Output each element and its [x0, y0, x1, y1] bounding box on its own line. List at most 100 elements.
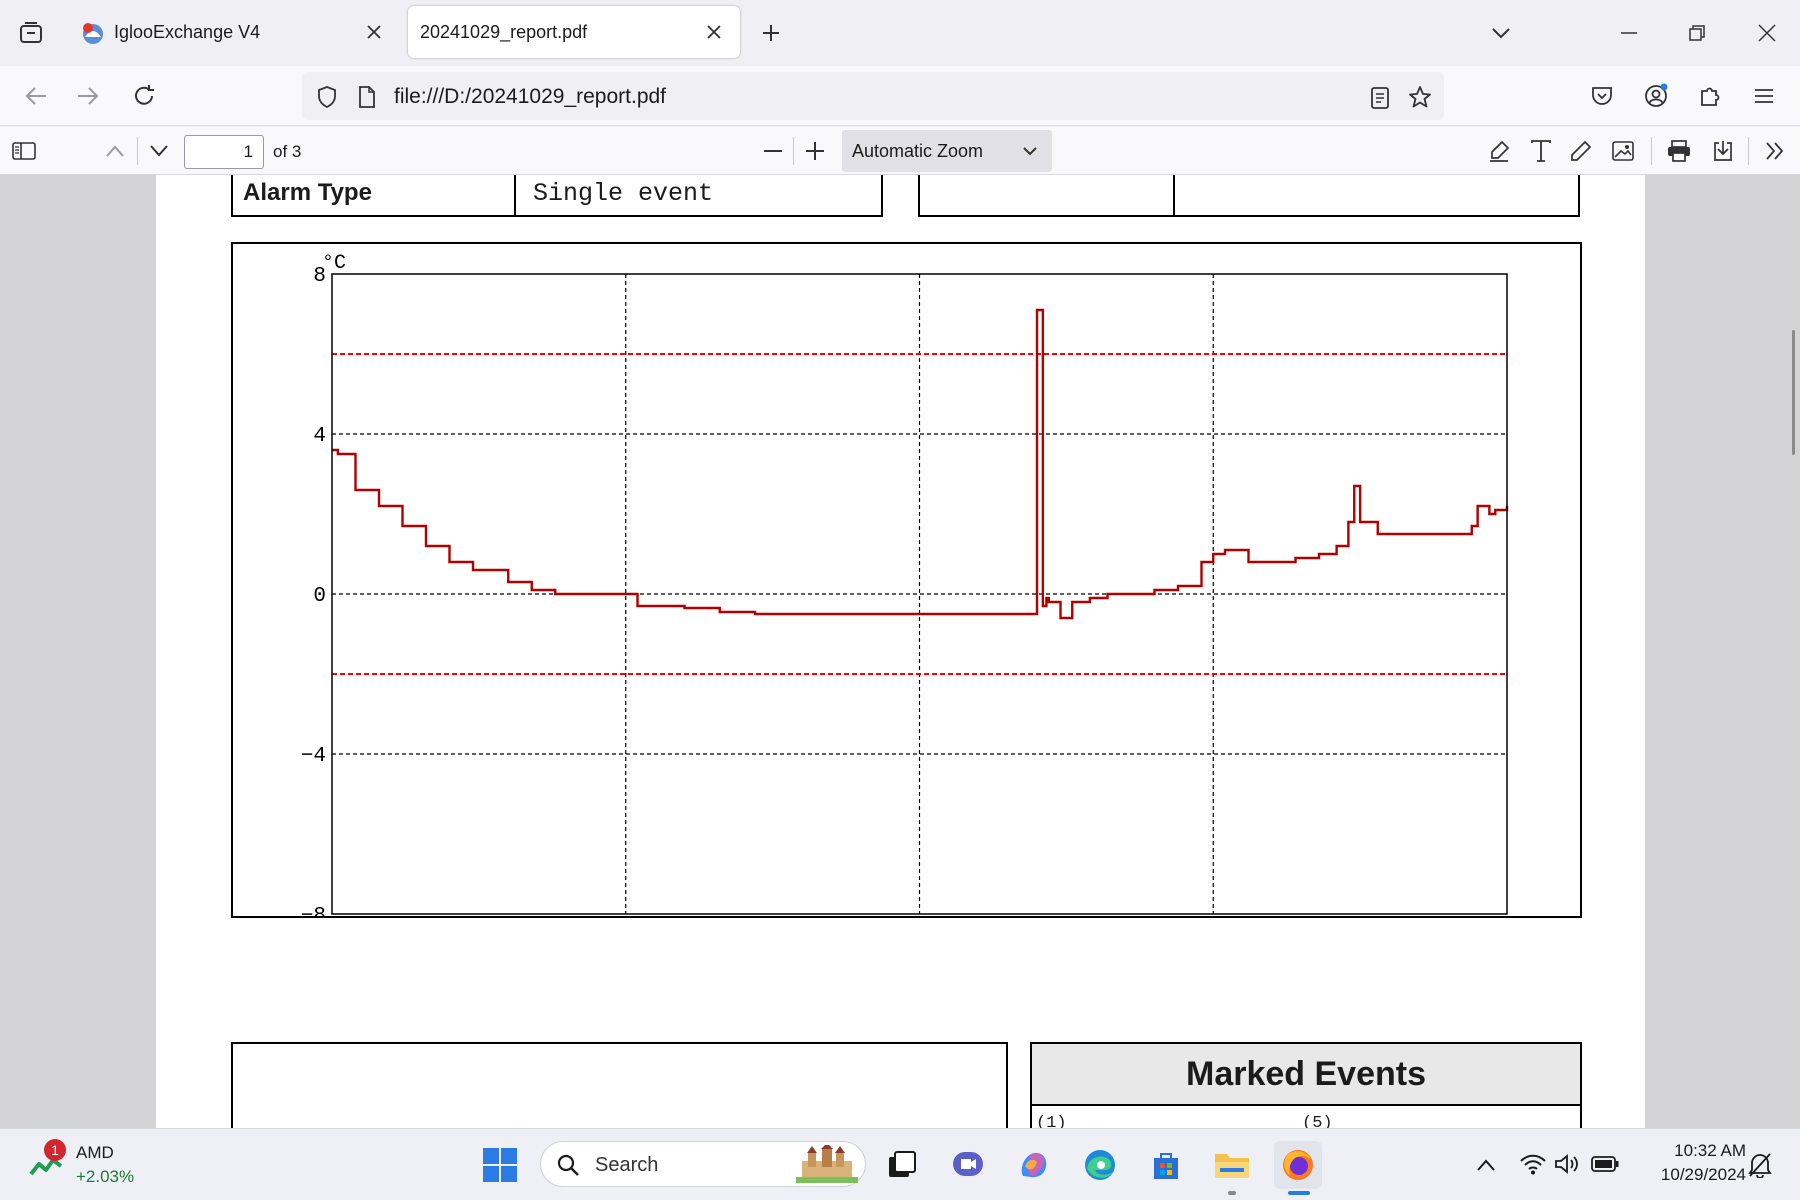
- y-tick-label: −4: [301, 745, 326, 768]
- temperature-chart: 840−4−8 13:5325 Oct. 202414:3026 Oct. 20…: [301, 252, 1509, 916]
- taskbar: 1 AMD +2.03% Search 10:32 AM 10/29/2024: [0, 1128, 1800, 1200]
- save-download-icon[interactable]: [1708, 137, 1738, 165]
- close-tab-icon[interactable]: [702, 20, 726, 44]
- pdf-toolbar: 1 of 3 Automatic Zoom: [0, 127, 1800, 175]
- marked-events-list: (1) (5): [1032, 1106, 1580, 1128]
- restore-icon[interactable]: [1682, 18, 1712, 48]
- microsoft-store-icon[interactable]: [1142, 1141, 1190, 1189]
- sidebar-toggle-icon[interactable]: [8, 137, 40, 165]
- navigation-bar: file:///D:/20241029_report.pdf: [0, 66, 1800, 126]
- stock-name: AMD: [76, 1143, 114, 1162]
- alarm-type-value: Single event: [533, 179, 714, 208]
- forward-icon[interactable]: [72, 80, 104, 112]
- pocket-icon[interactable]: [1586, 80, 1618, 112]
- search-highlight-castle-icon: [795, 1144, 859, 1184]
- search-icon: [555, 1152, 581, 1178]
- marked-event-item: (5): [1302, 1114, 1333, 1128]
- y-axis-unit-label: °C: [322, 252, 346, 275]
- table-divider: [514, 175, 516, 217]
- url-text: file:///D:/20241029_report.pdf: [394, 85, 667, 108]
- marked-events-header: Marked Events: [1032, 1044, 1580, 1106]
- bookmark-star-icon[interactable]: [1406, 83, 1434, 111]
- notifications-icon[interactable]: [1744, 1149, 1776, 1181]
- zoom-out-icon[interactable]: [758, 137, 788, 165]
- pdf-viewer[interactable]: Alarm Type Single event 840−4−8 13:5325 …: [0, 175, 1800, 1128]
- y-tick-label: 4: [313, 425, 326, 448]
- new-tab-icon[interactable]: [756, 18, 786, 48]
- app-menu-icon[interactable]: [1748, 80, 1780, 112]
- notification-badge: 1: [44, 1139, 66, 1161]
- running-indicator: [1228, 1191, 1236, 1195]
- stock-change: +2.03%: [76, 1167, 135, 1186]
- zoom-select[interactable]: Automatic Zoom: [842, 130, 1052, 172]
- taskbar-search-box[interactable]: Search: [540, 1141, 866, 1187]
- tab-list-icon[interactable]: [14, 16, 48, 50]
- clock[interactable]: 10:32 AM 10/29/2024: [1630, 1139, 1746, 1191]
- tab-title: 20241029_report.pdf: [420, 22, 588, 42]
- reader-view-icon[interactable]: [1366, 84, 1394, 112]
- url-bar[interactable]: file:///D:/20241029_report.pdf: [302, 72, 1444, 120]
- alarm-type-label: Alarm Type: [243, 179, 372, 206]
- close-tab-icon[interactable]: [362, 20, 386, 44]
- zoom-in-icon[interactable]: [800, 137, 830, 165]
- marked-events-box: Marked Events (1) (5): [1030, 1042, 1582, 1128]
- edge-browser-icon[interactable]: [1076, 1141, 1124, 1189]
- table-divider: [1173, 175, 1175, 217]
- summary-box: [231, 1042, 1008, 1128]
- back-icon[interactable]: [20, 80, 52, 112]
- wifi-icon[interactable]: [1518, 1149, 1548, 1179]
- separator: [1651, 137, 1652, 165]
- windows-start-icon[interactable]: [476, 1141, 524, 1189]
- shield-icon[interactable]: [314, 84, 340, 110]
- search-placeholder: Search: [595, 1154, 659, 1176]
- info-table-right: [918, 175, 1580, 217]
- y-tick-label: −8: [301, 905, 326, 916]
- zoom-label: Automatic Zoom: [852, 141, 984, 161]
- stock-widget[interactable]: 1 AMD +2.03%: [10, 1139, 150, 1191]
- page-count-label: of 3: [273, 142, 302, 161]
- separator: [793, 137, 794, 165]
- iglooexchange-favicon-icon: [80, 20, 106, 46]
- file-explorer-icon[interactable]: [1208, 1141, 1256, 1189]
- separator: [137, 137, 138, 165]
- task-view-icon[interactable]: [878, 1141, 926, 1189]
- tab-report-pdf[interactable]: 20241029_report.pdf: [408, 6, 740, 58]
- add-image-icon[interactable]: [1608, 137, 1638, 165]
- list-all-tabs-icon[interactable]: [1486, 18, 1516, 48]
- alarm-type-table: Alarm Type Single event: [231, 175, 883, 217]
- text-tool-icon[interactable]: [1526, 137, 1556, 165]
- clock-date: 10/29/2024: [1660, 1165, 1746, 1184]
- reload-icon[interactable]: [128, 80, 160, 112]
- previous-page-icon[interactable]: [100, 137, 130, 165]
- print-icon[interactable]: [1664, 137, 1694, 165]
- tab-title: IglooExchange V4: [114, 22, 261, 42]
- marked-events-title: Marked Events: [1186, 1055, 1426, 1093]
- firefox-icon[interactable]: [1274, 1141, 1322, 1189]
- scrollbar-thumb[interactable]: [1792, 330, 1795, 455]
- separator: [1748, 137, 1749, 165]
- copilot-icon[interactable]: [1010, 1141, 1058, 1189]
- tab-strip: IglooExchange V4 20241029_report.pdf: [0, 0, 1800, 66]
- active-indicator: [1288, 1191, 1310, 1195]
- y-tick-label: 0: [313, 585, 326, 608]
- minimize-icon[interactable]: [1614, 18, 1644, 48]
- chevron-down-icon: [1020, 143, 1040, 159]
- account-icon[interactable]: [1640, 80, 1672, 112]
- volume-icon[interactable]: [1552, 1149, 1582, 1179]
- clock-time: 10:32 AM: [1674, 1141, 1746, 1160]
- show-hidden-icons-icon[interactable]: [1472, 1151, 1500, 1179]
- teams-meet-icon[interactable]: [944, 1141, 992, 1189]
- tab-iglooexchange[interactable]: IglooExchange V4: [66, 6, 396, 58]
- draw-icon[interactable]: [1566, 137, 1596, 165]
- pdf-page: Alarm Type Single event 840−4−8 13:5325 …: [156, 175, 1645, 1128]
- temperature-chart-box: 840−4−8 13:5325 Oct. 202414:3026 Oct. 20…: [231, 242, 1582, 918]
- tools-chevron-icon[interactable]: [1760, 137, 1790, 165]
- next-page-icon[interactable]: [144, 137, 174, 165]
- battery-icon[interactable]: [1590, 1149, 1620, 1179]
- highlight-icon[interactable]: [1484, 137, 1514, 165]
- marked-event-item: (1): [1036, 1114, 1067, 1128]
- page-number-input[interactable]: 1: [184, 135, 264, 169]
- close-window-icon[interactable]: [1752, 18, 1782, 48]
- page-file-icon[interactable]: [354, 84, 380, 110]
- extensions-icon[interactable]: [1694, 80, 1726, 112]
